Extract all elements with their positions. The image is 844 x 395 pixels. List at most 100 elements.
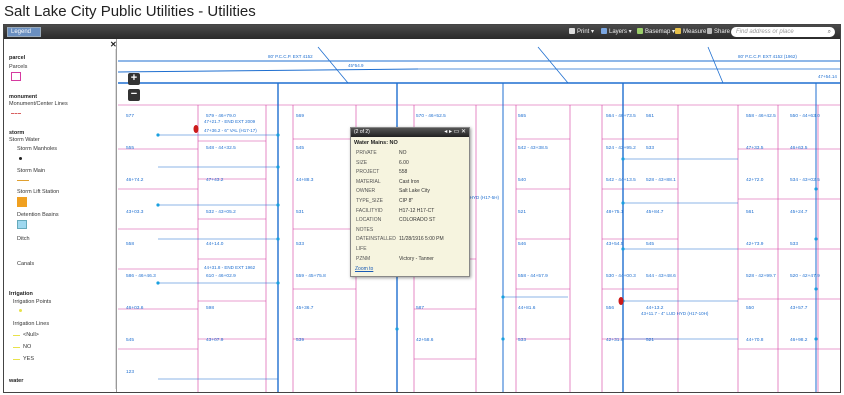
popup-header: (2 of 2) ◂ ▸ ▭ ✕ — [351, 128, 469, 137]
popup-title: Water Mains: NO — [354, 140, 398, 146]
popup-row-key: MATERIAL — [356, 178, 381, 185]
lot-label: 46+74.2 — [126, 177, 144, 183]
popup-row: NOTES — [351, 227, 469, 237]
search-placeholder: Find address or place — [736, 29, 794, 35]
lot-label: 45+24.7 — [790, 209, 808, 215]
popup-attribute-list: PRIVATE NO SIZE 6.00 PROJECT 558 MATERIAL Cast … — [351, 150, 469, 265]
lot-label: 558 — [126, 241, 134, 247]
lot-label: 521 — [518, 209, 526, 215]
scale-label: 40m — [172, 392, 182, 393]
popup-row-value: Salt Lake City — [399, 188, 430, 195]
lot-label: 44+70.8 — [746, 337, 764, 343]
legend-storm-lift: Storm Lift Station — [17, 189, 60, 195]
popup-row-key: NOTES — [356, 226, 374, 233]
lot-label: 546 — [518, 241, 526, 247]
search-icon[interactable]: ⌕ — [828, 27, 831, 37]
lot-label: 610 - 46+02.9 — [206, 273, 236, 279]
lot-label: 45+84.7 — [646, 209, 664, 215]
lot-label: 48+75.1 — [606, 209, 624, 215]
share-icon — [707, 28, 712, 34]
irrigation-point-swatch — [19, 309, 22, 312]
legend-irrigation-lines: Irrigation Lines — [13, 321, 50, 327]
popup-row-value: Cast Iron — [399, 178, 420, 185]
lot-label: 520 - 42+47.9 — [790, 273, 820, 279]
legend-heading-irrigation: Irrigation — [9, 291, 33, 297]
print-label: Print ▾ — [577, 29, 595, 35]
lot-label: 545 — [126, 337, 134, 343]
map-canvas[interactable]: 80' P.C.C.P. EXT 4152 80' P.C.C.P. EXT 4… — [118, 39, 840, 393]
lot-label: 570 - 46+52.5 — [416, 113, 446, 119]
popup-row-key: TYPE_SIZE — [356, 197, 383, 204]
lot-label: 545 — [296, 145, 304, 151]
lot-label: 542 - 44+13.5 — [606, 177, 636, 183]
print-button[interactable]: Print ▾ — [569, 27, 594, 37]
lot-label: 565 — [518, 113, 526, 119]
popup-row-value: 11/28/1916 5:00 PM — [399, 236, 444, 243]
storm-lift-swatch — [17, 197, 27, 207]
popup-row-key: OWNER — [356, 188, 376, 195]
lot-label: 561 — [746, 209, 754, 215]
lot-label: 577 — [126, 113, 134, 119]
search-input[interactable]: Find address or place ⌕ — [731, 27, 835, 37]
layers-button[interactable]: Layers ▾ — [601, 27, 632, 37]
lot-label: 44+81.6 — [518, 305, 536, 311]
legend-monument: Monument/Center Lines — [9, 101, 68, 107]
lot-label: 521 — [646, 337, 654, 343]
road-label: 80' P.C.C.P. EXT 4152 (1962) — [738, 54, 797, 59]
parcel-swatch — [11, 72, 21, 81]
monument-swatch — [11, 113, 21, 114]
legend-scrollbar[interactable] — [115, 49, 116, 389]
print-icon — [569, 28, 575, 34]
lot-label: 533 — [296, 241, 304, 247]
lot-label: 579 - 46+79.0 — [206, 113, 236, 119]
lot-label: 42+72.0 — [746, 177, 764, 183]
measure-icon — [675, 28, 681, 34]
map-layer: 80' P.C.C.P. EXT 4152 80' P.C.C.P. EXT 4… — [118, 46, 840, 392]
popup-row: PZNM Victory - Tanner — [351, 256, 469, 266]
lot-label: 45+36.7 — [296, 305, 314, 311]
lot-label: 524 - 43+95.2 — [606, 145, 636, 151]
lot-label: 569 — [296, 113, 304, 119]
scale-label: 0 — [140, 392, 143, 393]
lot-label: 46+03.6 — [126, 305, 144, 311]
null-swatch — [13, 335, 20, 336]
basemap-button[interactable]: Basemap ▾ — [637, 27, 675, 37]
road-label: 43+11.7 - 4" LUD HYD (H17-10H) — [641, 311, 709, 316]
popup-row-key: DATEINSTALLED — [356, 236, 396, 243]
lot-label: 550 — [746, 305, 754, 311]
road-label: 80' P.C.C.P. EXT 4152 — [268, 54, 313, 59]
lot-label: 46+63.5 — [790, 145, 808, 151]
legend-tab[interactable]: Legend — [7, 27, 41, 37]
lot-label: 46+98.2 — [790, 337, 808, 343]
lot-label: 533 — [790, 241, 798, 247]
lot-label: 544 - 43+48.6 — [646, 273, 676, 279]
lot-label: 44+13.2 — [646, 305, 664, 311]
popup-row: OWNER Salt Lake City — [351, 188, 469, 198]
measure-button[interactable]: Measure — [675, 27, 706, 37]
lot-label: 556 — [606, 305, 614, 311]
lot-label: 530 - 44+00.3 — [606, 273, 636, 279]
popup-row-key: LIFE — [356, 245, 367, 252]
page-title: Salt Lake City Public Utilities - Utilit… — [4, 3, 256, 20]
popup-controls[interactable]: ◂ ▸ ▭ ✕ — [444, 128, 466, 137]
lot-label: 558 - 44+57.9 — [518, 273, 548, 279]
legend-storm-manholes: Storm Manholes — [17, 146, 58, 152]
scale-label: 20 — [155, 392, 161, 393]
lot-label: 545 — [646, 241, 654, 247]
no-swatch — [13, 347, 20, 348]
lot-label: 44+88.3 — [296, 177, 314, 183]
lot-label: 42+73.9 — [746, 241, 764, 247]
close-legend-icon[interactable]: ✕ — [110, 40, 116, 49]
lot-label: 43+54.5 — [606, 241, 624, 247]
legend-ditch: Ditch — [17, 236, 30, 242]
storm-main-swatch — [17, 180, 29, 181]
popup-row-value: Victory - Tanner — [399, 255, 434, 262]
zoom-in-button[interactable]: + — [128, 73, 140, 85]
lot-label: 548 - 44+32.5 — [206, 145, 236, 151]
lot-label: 43+03.3 — [126, 209, 144, 215]
popup-row-value: NO — [399, 150, 407, 156]
lot-label: 559 - 45+75.8 — [296, 273, 326, 279]
zoom-to-link[interactable]: Zoom to — [355, 266, 373, 272]
lot-label: 564 - 46+73.5 — [606, 113, 636, 119]
zoom-out-button[interactable]: − — [128, 89, 140, 101]
